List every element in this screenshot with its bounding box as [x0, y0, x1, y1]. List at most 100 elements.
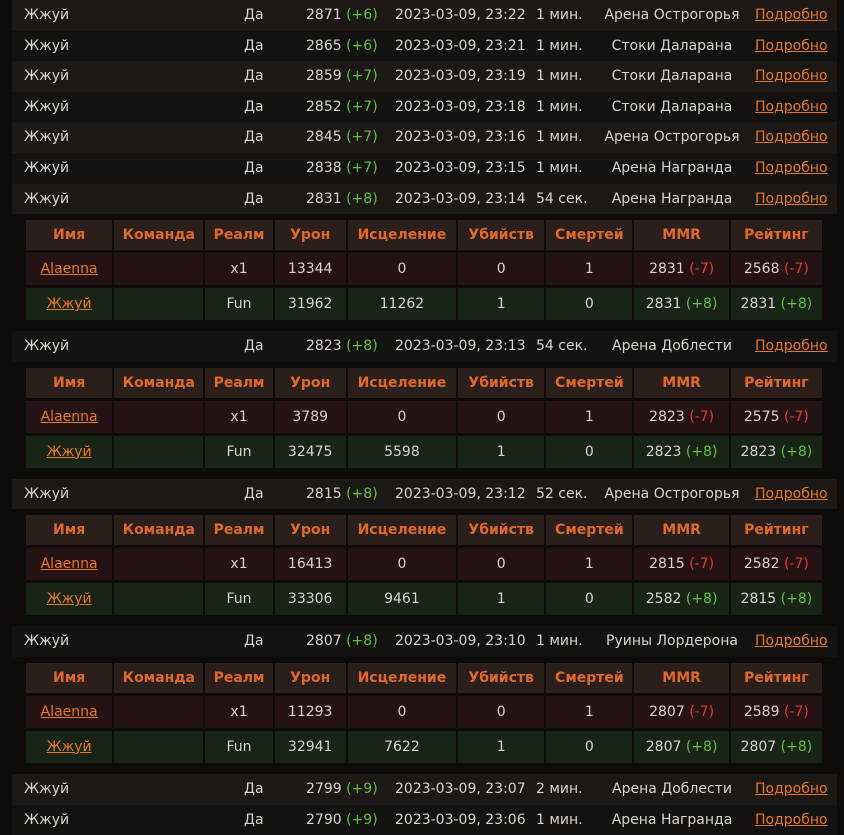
cell-realm: Fun [205, 288, 273, 324]
match-rating: 2845 (+7) [306, 122, 378, 153]
cell-team [114, 253, 204, 289]
cell-realm: x1 [205, 253, 273, 289]
mmr-delta: (+8) [685, 738, 718, 755]
mmr-value: 2807 [649, 703, 685, 720]
match-row: Жжуй Да 2790 (+9) 2023-03-09, 23:06 1 мин. Ар… [12, 804, 837, 835]
cell-name: Жжуй [26, 288, 113, 324]
match-details-panel: Имя Команда Реалм Урон Исцеление Убийств Смерт… [0, 509, 844, 627]
match-date: 2023-03-09, 23:21 [395, 37, 526, 54]
details-link[interactable]: Подробно [755, 626, 828, 657]
match-arena: Арена Награнда [611, 159, 733, 176]
column-header-kills: Убийств [458, 662, 545, 696]
match-win-flag: Да [244, 633, 264, 650]
player-row: Alaenna x1 16413 0 0 1 2815 (-7) 2582 (-7) [26, 548, 822, 584]
player-link[interactable]: Жжуй [47, 591, 92, 607]
details-link[interactable]: Подробно [755, 31, 828, 62]
match-details-panel: Имя Команда Реалм Урон Исцеление Убийств Смерт… [0, 361, 844, 479]
rating-delta: (+8) [346, 633, 378, 650]
mmr-value: 2823 [645, 443, 682, 460]
details-link[interactable]: Подробно [755, 0, 828, 31]
cell-rating: 2575 (-7) [730, 400, 822, 436]
rating-delta: (-7) [783, 556, 809, 573]
match-date: 2023-03-09, 23:22 [395, 7, 526, 23]
match-player-name: Жжуй [24, 190, 70, 207]
rating-value: 2589 [743, 703, 780, 720]
cell-healing: 11262 [347, 288, 457, 324]
match-rating: 2815 (+8) [306, 479, 378, 510]
rating-delta: (+8) [346, 338, 378, 355]
match-row: Жжуй Да 2807 (+8) 2023-03-09, 23:10 1 мин. Ру… [12, 626, 837, 657]
rating-value: 2568 [743, 261, 780, 278]
cell-healing: 0 [347, 548, 457, 584]
rating-value: 2799 [306, 780, 342, 797]
cell-realm: x1 [205, 400, 273, 436]
column-header-team: Команда [114, 367, 204, 401]
details-link[interactable]: Подробно [755, 153, 828, 184]
column-header-healing: Исцеление [347, 220, 457, 254]
cell-mmr: 2807 (+8) [634, 730, 729, 766]
match-row: Жжуй Да 2815 (+8) 2023-03-09, 23:12 52 сек. А… [12, 478, 837, 510]
mmr-delta: (-7) [689, 261, 715, 278]
cell-deaths: 1 [546, 400, 633, 436]
details-header-row: Имя Команда Реалм Урон Исцеление Убийств Смерт… [26, 515, 822, 549]
details-link[interactable]: Подробно [755, 184, 828, 215]
match-win-flag: Да [244, 98, 264, 115]
details-link[interactable]: Подробно [755, 61, 828, 92]
cell-mmr: 2807 (-7) [634, 695, 729, 731]
rating-value: 2831 [306, 190, 342, 207]
cell-kills: 1 [458, 435, 545, 471]
mmr-value: 2831 [645, 296, 682, 313]
mmr-delta: (+8) [685, 296, 718, 313]
cell-team [114, 548, 204, 584]
match-arena: Руины Лордерона [606, 633, 738, 650]
cell-realm: x1 [205, 695, 273, 731]
cell-healing: 0 [347, 695, 457, 731]
player-link[interactable]: Жжуй [47, 444, 92, 460]
player-row: Жжуй Fun 31962 11262 1 0 2831 (+8) 2831 (+8) [26, 288, 822, 324]
details-link[interactable]: Подробно [755, 479, 828, 510]
mmr-delta: (-7) [689, 703, 715, 720]
column-header-rating: Рейтинг [730, 220, 822, 254]
cell-team [114, 583, 204, 619]
match-date: 2023-03-09, 23:12 [395, 485, 526, 502]
details-link[interactable]: Подробно [755, 122, 828, 153]
match-player-name: Жжуй [24, 485, 70, 502]
column-header-mmr: MMR [634, 220, 729, 254]
player-link[interactable]: Alaenna [41, 409, 98, 425]
column-header-deaths: Смертей [546, 515, 633, 549]
player-link[interactable]: Alaenna [41, 556, 98, 572]
rating-delta: (+8) [780, 443, 813, 460]
details-link[interactable]: Подробно [755, 331, 828, 362]
match-rating: 2859 (+7) [306, 61, 378, 92]
match-arena: Арена Острогорья [604, 129, 740, 146]
match-duration: 54 сек. [536, 190, 588, 207]
player-link[interactable]: Alaenna [41, 704, 98, 720]
column-header-damage: Урон [274, 662, 346, 696]
rating-delta: (+7) [346, 159, 378, 176]
match-details-panel: Имя Команда Реалм Урон Исцеление Убийств Смерт… [0, 214, 844, 332]
details-link[interactable]: Подробно [755, 92, 828, 123]
rating-value: 2852 [306, 98, 342, 115]
column-header-team: Команда [114, 220, 204, 254]
cell-rating: 2589 (-7) [730, 695, 822, 731]
match-duration: 1 мин. [536, 68, 583, 85]
column-header-realm: Реалм [205, 220, 273, 254]
details-link[interactable]: Подробно [755, 805, 828, 835]
rating-delta: (+9) [346, 811, 378, 828]
match-duration: 52 сек. [536, 485, 588, 502]
match-date: 2023-03-09, 23:06 [395, 811, 526, 828]
cell-realm: Fun [205, 730, 273, 766]
player-link[interactable]: Жжуй [47, 739, 92, 755]
column-header-healing: Исцеление [347, 367, 457, 401]
cell-rating: 2582 (-7) [730, 548, 822, 584]
player-link[interactable]: Alaenna [41, 261, 98, 277]
mmr-value: 2582 [645, 591, 682, 608]
player-link[interactable]: Жжуй [47, 296, 92, 312]
player-row: Alaenna x1 11293 0 0 1 2807 (-7) 2589 (-7) [26, 695, 822, 731]
column-header-mmr: MMR [634, 515, 729, 549]
match-row: Жжуй Да 2823 (+8) 2023-03-09, 23:13 54 сек. А… [12, 331, 837, 362]
cell-damage: 32941 [274, 730, 346, 766]
match-date: 2023-03-09, 23:14 [395, 190, 526, 207]
cell-damage: 31962 [274, 288, 346, 324]
match-rating: 2865 (+6) [306, 31, 378, 62]
